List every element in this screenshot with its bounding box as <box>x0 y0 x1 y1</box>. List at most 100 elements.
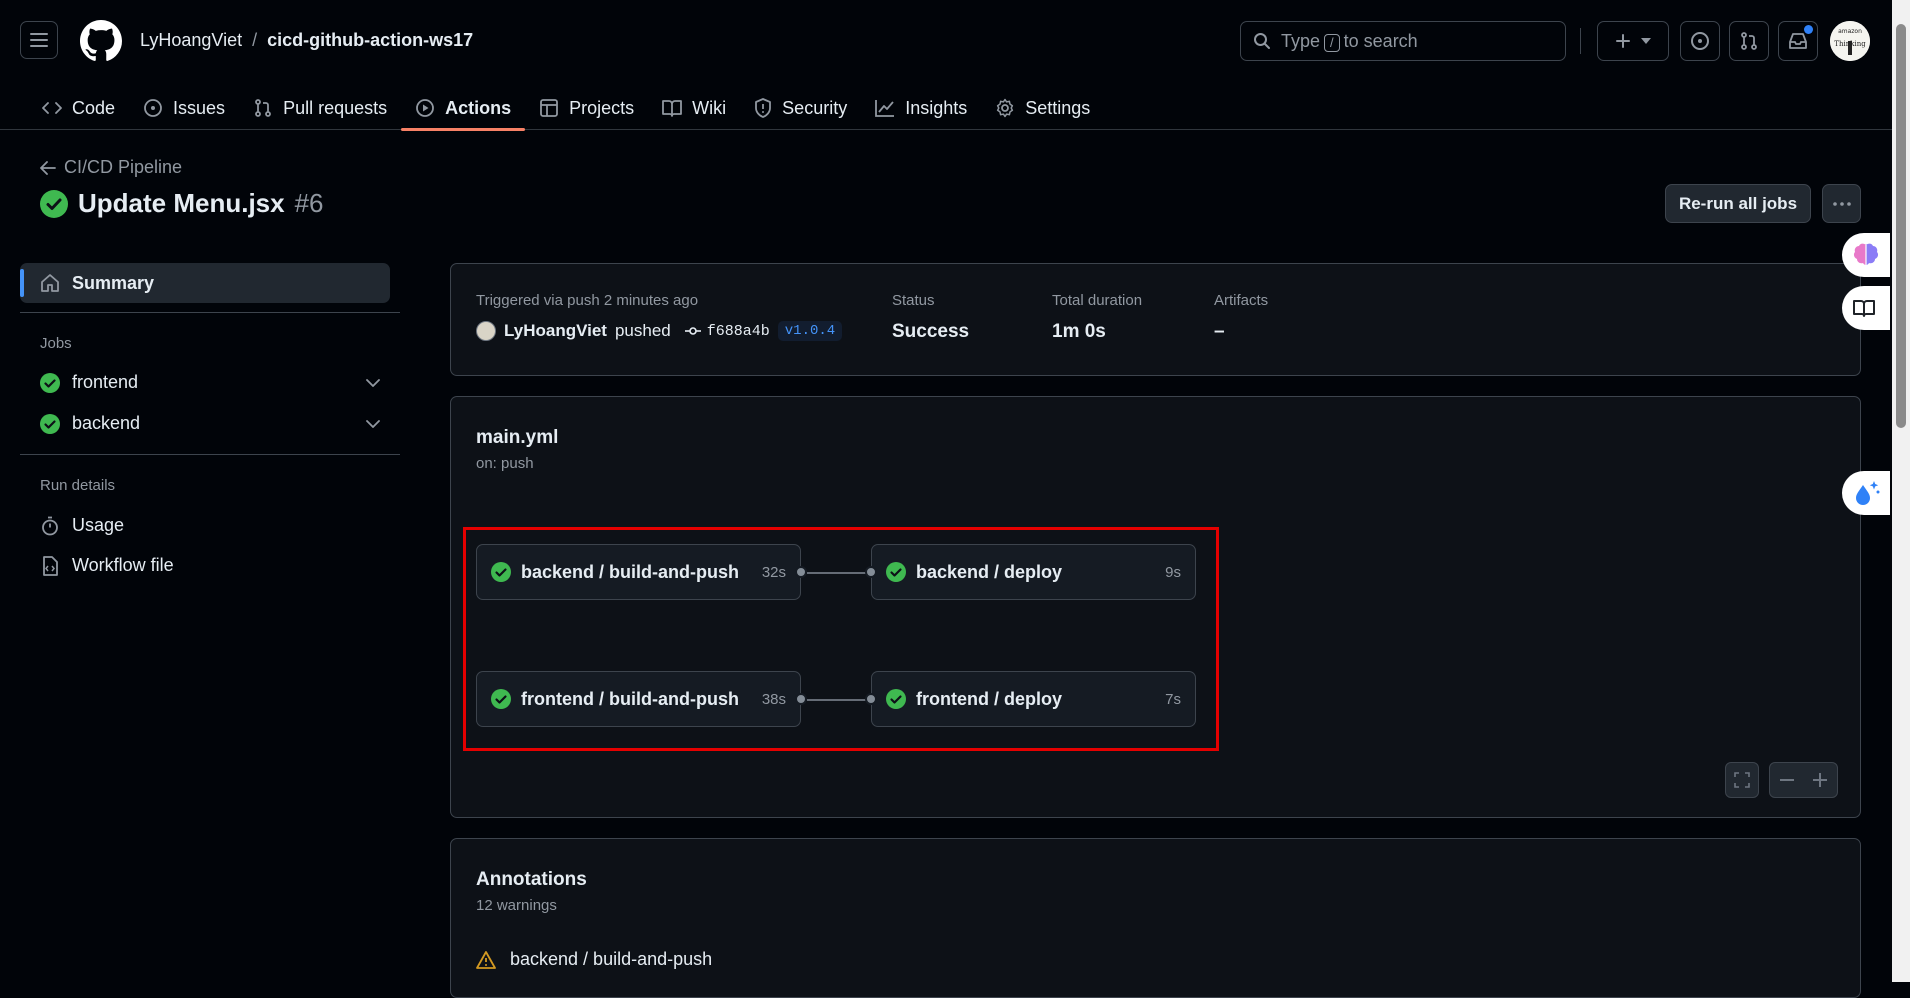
job-duration: 38s <box>761 690 786 708</box>
menu-button[interactable] <box>20 21 58 59</box>
scrollbar-thumb[interactable] <box>1896 24 1906 428</box>
repo-owner-link[interactable]: LyHoangViet <box>140 30 242 51</box>
brain-icon <box>1853 243 1879 265</box>
sidebar-item-label: Usage <box>72 515 125 535</box>
hamburger-icon <box>30 33 48 47</box>
tab-insights[interactable]: Insights <box>861 86 981 130</box>
shield-icon <box>755 98 772 118</box>
zoom-out-button[interactable] <box>1770 779 1804 781</box>
sidebar-item-label: backend <box>72 413 141 433</box>
chevron-down-icon[interactable] <box>366 419 380 428</box>
job-node-frontend-deploy[interactable]: frontend / deploy 7s <box>871 671 1196 727</box>
rerun-all-jobs-button[interactable]: Re-run all jobs <box>1665 184 1811 223</box>
job-node-frontend-build-and-push[interactable]: frontend / build-and-push 38s <box>476 671 801 727</box>
sidebar-divider <box>20 454 400 455</box>
job-duration: 7s <box>1165 690 1181 708</box>
breadcrumb-separator: / <box>252 30 258 50</box>
annotation-item[interactable]: backend / build-and-push <box>476 949 712 970</box>
plus-icon <box>1616 34 1630 48</box>
book-icon <box>662 100 683 117</box>
check-circle-fill-icon <box>491 562 511 582</box>
inbox-button[interactable] <box>1778 21 1818 61</box>
tab-security[interactable]: Security <box>740 86 861 130</box>
git-commit-icon <box>684 327 701 335</box>
tab-label: Security <box>782 97 848 118</box>
annotations-count: 12 warnings <box>476 897 557 914</box>
tab-wiki[interactable]: Wiki <box>648 86 740 130</box>
sidebar-item-label: frontend <box>72 372 139 392</box>
tab-label: Projects <box>569 97 635 118</box>
trigger-label: Triggered via push 2 minutes ago <box>476 292 699 309</box>
code-icon <box>42 102 62 114</box>
avatar[interactable]: amazonThinking <box>1830 21 1870 61</box>
tab-pull-requests[interactable]: Pull requests <box>239 86 401 130</box>
tab-projects[interactable]: Projects <box>525 86 648 130</box>
tag-label[interactable]: v1.0.4 <box>777 321 843 341</box>
create-new-button[interactable] <box>1597 21 1669 61</box>
zoom-in-button[interactable] <box>1804 773 1838 787</box>
workflow-trigger: on: push <box>476 455 534 472</box>
git-pull-request-icon <box>255 99 271 117</box>
job-connector-dot <box>795 566 807 578</box>
job-connector-line <box>807 572 871 574</box>
job-node-backend-deploy[interactable]: backend / deploy 9s <box>871 544 1196 600</box>
fullscreen-button[interactable] <box>1725 762 1759 798</box>
status-label: Status <box>892 292 935 309</box>
sidebar-job-backend[interactable]: backend <box>40 413 380 434</box>
check-circle-fill-icon <box>886 689 906 709</box>
droplet-extension-button[interactable] <box>1842 471 1890 515</box>
git-pull-request-icon <box>1741 32 1757 50</box>
tab-actions[interactable]: Actions <box>401 86 526 131</box>
search-input[interactable]: Type / to search <box>1240 21 1566 61</box>
job-name: backend / deploy <box>916 561 1063 582</box>
page-title: Update Menu.jsx #6 <box>40 188 324 219</box>
svg-text:amazon: amazon <box>1838 28 1862 35</box>
actor-link[interactable]: LyHoangViet <box>504 321 607 341</box>
app-header: LyHoangViet / cicd-github-action-ws17 Ty… <box>0 0 1892 131</box>
file-code-icon <box>43 555 58 576</box>
zoom-controls <box>1769 762 1838 798</box>
back-to-workflow-link[interactable]: CI/CD Pipeline <box>40 157 182 178</box>
kebab-horizontal-icon <box>1832 201 1851 206</box>
chevron-down-icon[interactable] <box>366 378 380 387</box>
workflow-file-name[interactable]: main.yml <box>476 427 558 449</box>
sidebar-job-frontend[interactable]: frontend <box>40 372 380 393</box>
trigger-line: LyHoangViet pushed f688a4b v1.0.4 <box>476 321 843 341</box>
back-link-label: CI/CD Pipeline <box>64 157 183 177</box>
job-name: backend / build-and-push <box>521 561 740 582</box>
job-node-backend-build-and-push[interactable]: backend / build-and-push 32s <box>476 544 801 600</box>
play-icon <box>416 99 435 117</box>
header-divider <box>1580 28 1581 54</box>
issues-button[interactable] <box>1680 21 1720 61</box>
run-summary-panel: Triggered via push 2 minutes ago LyHoang… <box>450 263 1861 376</box>
plus-icon <box>1813 773 1828 787</box>
brain-extension-button[interactable] <box>1842 233 1890 277</box>
more-options-button[interactable] <box>1822 184 1861 223</box>
job-duration: 9s <box>1165 563 1181 581</box>
tab-code[interactable]: Code <box>28 86 129 130</box>
dash-icon <box>1779 779 1794 781</box>
reader-extension-button[interactable] <box>1842 286 1890 330</box>
tab-settings[interactable]: Settings <box>981 86 1104 130</box>
artifacts-info: Artifacts – <box>1214 292 1268 343</box>
book-open-icon <box>1853 300 1875 317</box>
check-circle-fill-icon <box>40 189 68 218</box>
sidebar-item-usage[interactable]: Usage <box>40 515 380 536</box>
pull-requests-button[interactable] <box>1729 21 1769 61</box>
tab-issues[interactable]: Issues <box>129 86 239 130</box>
home-icon <box>41 274 59 292</box>
github-logo-icon[interactable] <box>80 20 122 62</box>
sidebar-item-label: Summary <box>72 272 155 293</box>
trigger-info: Triggered via push 2 minutes ago LyHoang… <box>476 292 843 341</box>
duration-label: Total duration <box>1052 292 1143 309</box>
status-info: Status Success <box>892 292 969 343</box>
repo-name-link[interactable]: cicd-github-action-ws17 <box>267 30 473 51</box>
actor-avatar[interactable] <box>476 321 496 341</box>
commit-link[interactable]: f688a4b <box>684 323 770 340</box>
search-icon <box>1254 33 1270 49</box>
sidebar-item-summary[interactable]: Summary <box>20 263 390 303</box>
annotations-title: Annotations <box>476 869 587 890</box>
job-duration: 32s <box>761 563 786 581</box>
sidebar-item-workflow-file[interactable]: Workflow file <box>40 555 380 576</box>
issue-opened-icon <box>1691 32 1709 50</box>
